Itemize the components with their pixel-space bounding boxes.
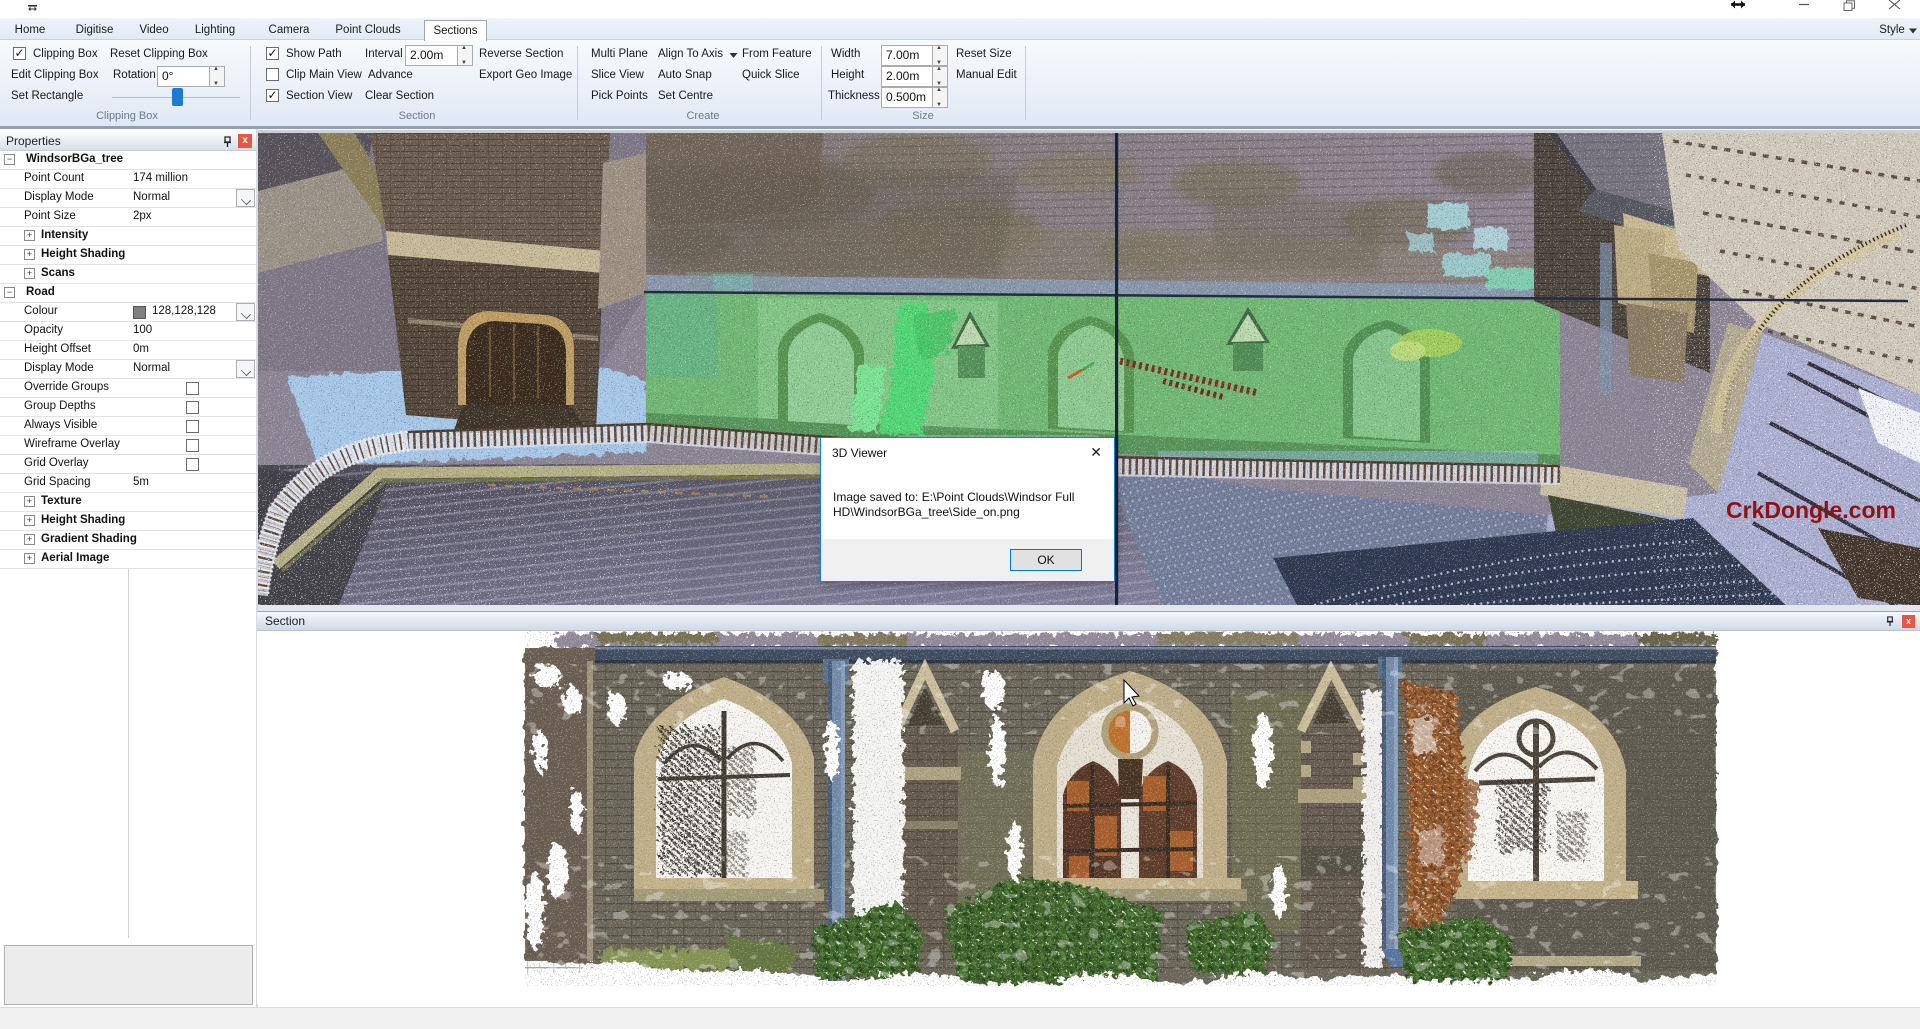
svg-text:CrkDongle.com: CrkDongle.com [1726,497,1896,523]
